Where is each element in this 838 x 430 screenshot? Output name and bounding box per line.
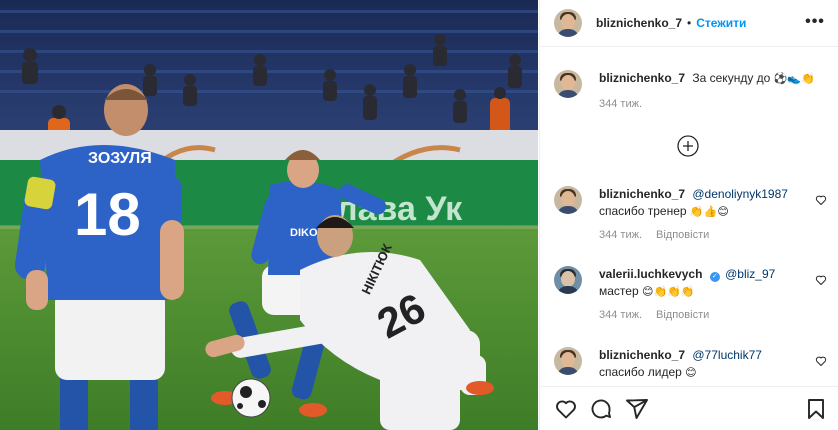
player-18-number: 18 — [74, 181, 141, 248]
comment-mention[interactable]: @bliz_97 — [725, 267, 775, 281]
avatar[interactable] — [554, 70, 582, 98]
comment-like-icon[interactable] — [815, 194, 827, 206]
follow-button[interactable]: Стежити — [696, 16, 746, 30]
reply-button[interactable]: Відповісти — [656, 227, 709, 244]
caption-time[interactable]: 344 тиж. — [599, 96, 642, 113]
football-scene-image: лава Ук ЗОЗУЛЯ 18 DIKO НІКІТЮК 26 — [0, 0, 538, 430]
comment-text: спасибо тренер — [599, 204, 687, 218]
post-side-panel: bliznichenko_7 • Стежити ••• bliznichenk… — [539, 0, 838, 430]
more-options-icon[interactable]: ••• — [805, 12, 825, 32]
comment-username[interactable]: bliznichenko_7 — [599, 348, 685, 362]
avatar[interactable] — [554, 186, 582, 214]
heart-icon[interactable] — [554, 397, 578, 421]
comments-area[interactable]: bliznichenko_7 За секунду до ⚽👟👏 344 тиж… — [540, 48, 838, 385]
plus-circle-icon[interactable] — [677, 135, 699, 157]
sponsor-text: DIKO — [290, 227, 318, 239]
player-18-name: ЗОЗУЛЯ — [88, 150, 152, 167]
football — [231, 378, 271, 418]
comment-item: valerii.luchkevych ✓ @bliz_97 мастер 😊👏👏… — [554, 266, 824, 324]
avatar[interactable] — [554, 347, 582, 375]
comment-text: спасибо лидер — [599, 365, 682, 379]
caption-username[interactable]: bliznichenko_7 — [599, 71, 685, 85]
comment-like-icon[interactable] — [815, 355, 827, 367]
comment-text: мастер — [599, 284, 639, 298]
action-bar — [540, 386, 838, 430]
caption-text: За секунду до — [692, 71, 771, 85]
post-header: bliznichenko_7 • Стежити ••• — [540, 0, 838, 47]
verified-badge-icon: ✓ — [709, 272, 720, 282]
post-photo[interactable]: лава Ук ЗОЗУЛЯ 18 DIKO НІКІТЮК 26 — [0, 0, 538, 430]
avatar[interactable] — [554, 266, 582, 294]
comment-mention[interactable]: @denoliynyk1987 — [692, 187, 788, 201]
comment-mention[interactable]: @77luchik77 — [692, 348, 762, 362]
separator-dot: • — [687, 16, 692, 30]
share-icon[interactable] — [625, 397, 649, 421]
comment-emojis: 😊👏👏👏 — [641, 285, 695, 298]
comment-icon[interactable] — [589, 397, 613, 421]
comment-username[interactable]: valerii.luchkevych — [599, 267, 702, 281]
caption: bliznichenko_7 За секунду до ⚽👟👏 344 тиж… — [554, 70, 824, 113]
comment-emojis: 😊 — [685, 366, 697, 379]
comment-like-icon[interactable] — [815, 274, 827, 286]
bookmark-icon[interactable] — [804, 397, 828, 421]
reply-button[interactable]: Відповісти — [656, 307, 709, 324]
comment-time[interactable]: 344 тиж. — [599, 227, 642, 244]
comment-item: bliznichenko_7 @denoliynyk1987 спасибо т… — [554, 186, 824, 244]
comment-item: bliznichenko_7 @77luchik77 спасибо лидер… — [554, 347, 824, 381]
comment-time[interactable]: 344 тиж. — [599, 307, 642, 324]
header-username[interactable]: bliznichenko_7 — [596, 16, 682, 30]
caption-emojis: ⚽👟👏 — [773, 72, 815, 85]
comment-emojis: 👏👍😊 — [689, 205, 729, 218]
avatar[interactable] — [554, 9, 582, 37]
comment-username[interactable]: bliznichenko_7 — [599, 187, 685, 201]
